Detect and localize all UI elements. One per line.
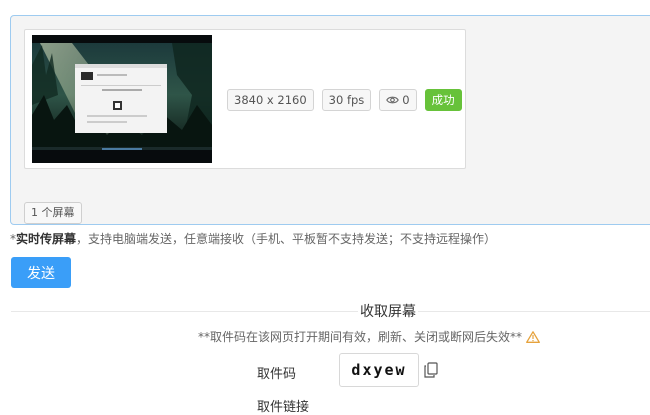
viewers-count: 0 <box>402 93 410 107</box>
screen-stats: 3840 x 2160 30 fps 0 成功 <box>227 89 462 111</box>
share-note-text: ，支持电脑端发送，任意端接收（手机、平板暂不支持发送；不支持远程操作） <box>76 232 497 246</box>
viewers-tag: 0 <box>379 89 417 111</box>
pickup-link-label: 取件链接 <box>257 400 310 415</box>
eye-icon <box>386 96 400 104</box>
screen-preview-thumbnail[interactable] <box>32 35 212 163</box>
receive-note: **取件码在该网页打开期间有效，刷新、关闭或断网后失效** <box>198 328 540 345</box>
resolution-tag: 3840 x 2160 <box>227 89 314 111</box>
screen-preview-image <box>32 35 212 163</box>
screen-share-panel: 3840 x 2160 30 fps 0 成功 1 个屏幕 <box>10 15 650 225</box>
copy-icon[interactable] <box>424 362 438 378</box>
pickup-code-label: 取件码 <box>257 367 297 382</box>
screen-count-tag: 1 个屏幕 <box>24 202 82 224</box>
pickup-code-value[interactable]: dxyew <box>339 353 419 387</box>
section-divider <box>11 311 650 312</box>
warning-icon <box>526 330 540 343</box>
share-note-highlight: 实时传屏幕 <box>16 232 77 246</box>
send-button[interactable]: 发送 <box>11 257 71 288</box>
fps-tag: 30 fps <box>321 89 372 111</box>
share-note: *实时传屏幕，支持电脑端发送，任意端接收（手机、平板暂不支持发送；不支持远程操作… <box>10 232 497 246</box>
receive-section-title: 收取屏幕 <box>358 301 418 321</box>
shared-screen-card: 3840 x 2160 30 fps 0 成功 <box>24 29 466 169</box>
status-badge: 成功 <box>424 89 462 111</box>
receive-note-text: **取件码在该网页打开期间有效，刷新、关闭或断网后失效** <box>198 330 523 344</box>
